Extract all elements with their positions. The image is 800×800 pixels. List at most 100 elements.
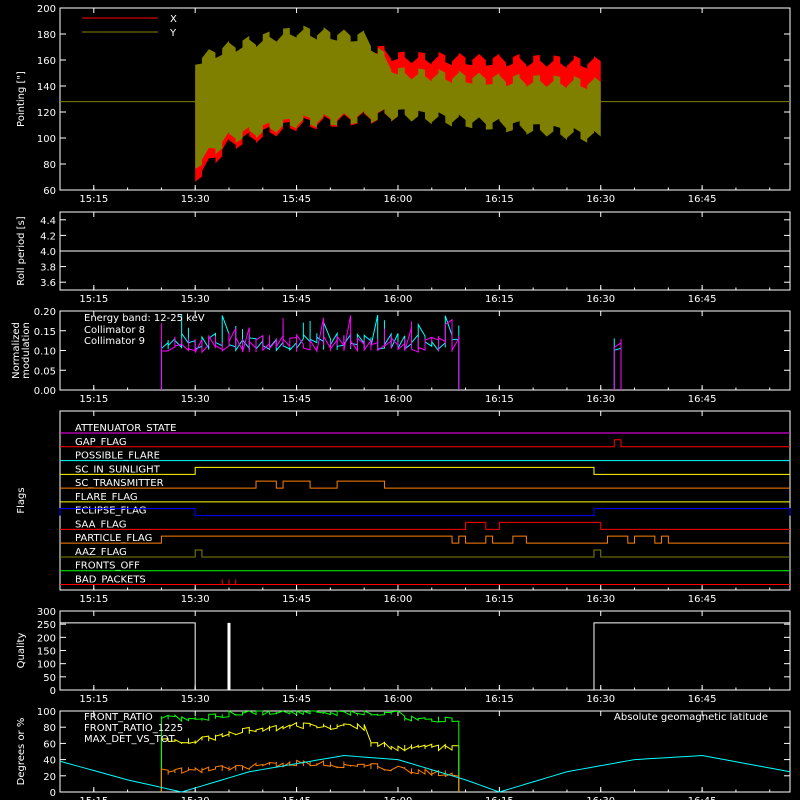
pointing-xtick-label: 15:15 — [79, 194, 108, 205]
pointing-ytick-label: 60 — [43, 186, 56, 197]
roll-ylabel: Roll period [s] — [16, 216, 27, 285]
roll-xtick-label: 16:15 — [485, 294, 514, 305]
ratios-xtick-label: 16:15 — [485, 796, 514, 800]
quality-xtick-label: 15:30 — [181, 694, 210, 705]
modulation-legend-8: Collimator 8 — [84, 325, 145, 336]
flag-line — [59, 508, 791, 517]
ratios-ytick-label: 40 — [43, 756, 56, 767]
flag-label: PARTICLE_FLAG — [75, 533, 152, 544]
chart-figure: 15:15 15:30 15:45 16:00 16:15 16:30 16:45 Point… — [0, 0, 800, 800]
quality-xtick-label: 16:15 — [485, 694, 514, 705]
ratios-xtick-label: 16:45 — [688, 796, 717, 800]
quality-line — [60, 622, 790, 691]
modulation-xtick-label: 15:15 — [79, 394, 108, 405]
figure-svg: 15:15 15:30 15:45 16:00 16:15 16:30 16:45 Point… — [11, 4, 791, 800]
flag-label: FLARE_FLAG — [75, 492, 138, 503]
geomagnetic-annotation: Absolute geomagnetic latitude — [614, 712, 768, 723]
flags-xtick-label: 15:15 — [79, 594, 108, 605]
ratios-ytick-label: 20 — [43, 772, 56, 783]
flag-label: FRONTS_OFF — [75, 561, 140, 572]
modulation-xtick-label: 16:45 — [688, 394, 717, 405]
modulation-xtick-label: 16:15 — [485, 394, 514, 405]
modulation-series-9 — [613, 338, 622, 390]
modulation-xtick-label: 15:30 — [181, 394, 210, 405]
flag-label: ECLIPSE_FLAG — [75, 506, 146, 517]
flags-xtick-label: 15:45 — [282, 594, 311, 605]
roll-xtick-label: 15:15 — [79, 294, 108, 305]
ratios-panel: 15:15 15:30 15:45 16:00 16:15 16:30 16:45 Degre… — [16, 707, 791, 800]
flag-label: POSSIBLE_FLARE — [75, 451, 160, 462]
ratio-series — [160, 759, 460, 792]
quality-xtick-label: 16:30 — [586, 694, 615, 705]
pointing-xtick-label: 16:30 — [586, 194, 615, 205]
flag-line — [60, 439, 790, 448]
pointing-ylabel: Pointing ["] — [16, 71, 27, 127]
quality-ytick-label: 300 — [37, 607, 56, 618]
quality-ytick-label: 50 — [43, 673, 56, 684]
flag-line — [60, 466, 790, 475]
pointing-xtick-label: 16:45 — [688, 194, 717, 205]
ratios-ytick-label: 80 — [43, 723, 56, 734]
ratio-legend: FRONT_RATIO_1225 — [84, 723, 183, 734]
pointing-ytick-label: 100 — [37, 134, 56, 145]
flag-label: GAP_FLAG — [75, 437, 127, 448]
pointing-ytick-label: 120 — [37, 108, 56, 119]
modulation-xtick-label: 16:00 — [384, 394, 413, 405]
roll-ytick-label: 4.4 — [40, 216, 56, 227]
ratios-xtick-label: 15:30 — [181, 796, 210, 800]
flags-xtick-label: 15:30 — [181, 594, 210, 605]
pointing-series-y — [195, 25, 601, 169]
ratios-xtick-label: 16:00 — [384, 796, 413, 800]
pointing-ytick-label: 160 — [37, 56, 56, 67]
flag-label: BAD_PACKETS — [75, 574, 146, 585]
roll-xtick-label: 15:30 — [181, 294, 210, 305]
quality-xtick-label: 15:15 — [79, 694, 108, 705]
quality-xtick-label: 15:45 — [282, 694, 311, 705]
ratio-legend: MAX_DET_VS_TOT — [84, 734, 176, 745]
roll-xtick-label: 16:45 — [688, 294, 717, 305]
flag-line — [60, 480, 790, 489]
quality-ytick-label: 200 — [37, 633, 56, 644]
flag-line — [60, 549, 790, 558]
pointing-xtick-label: 15:45 — [282, 194, 311, 205]
roll-panel: 15:15 15:30 15:45 16:00 16:15 16:30 16:45 Roll … — [16, 211, 791, 305]
flag-line — [60, 521, 790, 530]
quality-ytick-label: 0 — [50, 686, 56, 697]
ratios-ytick-label: 0 — [50, 788, 56, 799]
modulation-panel: 15:15 15:30 15:45 16:00 16:15 16:30 16:45Norma… — [11, 307, 791, 405]
modulation-ylabel: modulation — [21, 322, 32, 379]
quality-panel: 15:15 15:30 15:45 16:00 16:15 16:30 16:45 Quali… — [16, 607, 791, 705]
pointing-panel: 15:15 15:30 15:45 16:00 16:15 16:30 16:45 Point… — [16, 4, 791, 205]
flags-xtick-label: 16:45 — [688, 594, 717, 605]
modulation-ytick-label: 0.10 — [34, 347, 56, 358]
quality-xtick-label: 16:00 — [384, 694, 413, 705]
flags-ylabel: Flags — [16, 487, 27, 513]
flag-label: SC_IN_SUNLIGHT — [75, 464, 161, 475]
flag-label: SAA_FLAG — [75, 519, 126, 530]
flags-xtick-label: 16:30 — [586, 594, 615, 605]
modulation-xtick-label: 15:45 — [282, 394, 311, 405]
modulation-ytick-label: 0.00 — [34, 386, 56, 397]
roll-ytick-label: 3.6 — [40, 278, 56, 289]
flags-frame — [59, 410, 791, 591]
pointing-xtick-label: 16:00 — [384, 194, 413, 205]
ratios-xtick-label: 16:30 — [586, 796, 615, 800]
pointing-ytick-label: 140 — [37, 82, 56, 93]
pointing-xtick-label: 15:30 — [181, 194, 210, 205]
modulation-legend-9: Collimator 9 — [84, 336, 145, 347]
ratios-xtick-label: 15:15 — [79, 796, 108, 800]
roll-ytick-label: 4.0 — [40, 247, 56, 258]
pointing-ytick-label: 80 — [43, 160, 56, 171]
flags-panel: 15:15 15:30 15:45 16:00 16:15 16:30 16:45 Flags… — [16, 410, 791, 605]
pointing-ytick-label: 200 — [37, 4, 56, 15]
flags-xtick-label: 16:15 — [485, 594, 514, 605]
modulation-series-8 — [160, 314, 460, 390]
quality-ytick-label: 150 — [37, 647, 56, 658]
pointing-xtick-label: 16:15 — [485, 194, 514, 205]
flags-xtick-label: 16:00 — [384, 594, 413, 605]
quality-ytick-label: 100 — [37, 660, 56, 671]
roll-xtick-label: 15:45 — [282, 294, 311, 305]
flag-label: ATTENUATOR_STATE — [75, 423, 176, 434]
quality-xtick-label: 16:45 — [688, 694, 717, 705]
legend-label-y: Y — [169, 28, 177, 39]
